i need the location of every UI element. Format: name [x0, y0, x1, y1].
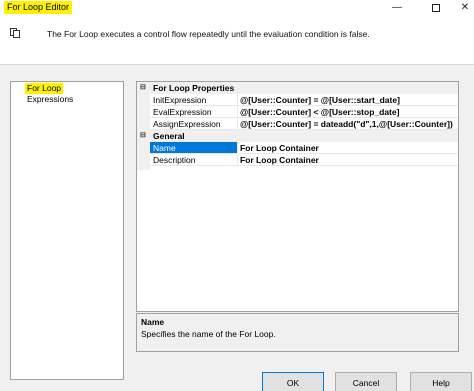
help-title: Name	[141, 317, 165, 327]
property-row-name[interactable]: Name For Loop Container	[137, 142, 458, 154]
collapse-icon[interactable]: ⊟	[140, 132, 147, 139]
property-grid: ⊟ For Loop Properties InitExpression @[U…	[136, 81, 459, 312]
close-button[interactable]: ✕	[452, 0, 474, 15]
category-for-loop-properties[interactable]: ⊟ For Loop Properties	[137, 82, 458, 94]
property-name: AssignExpression	[150, 118, 238, 130]
help-button[interactable]: Help	[410, 372, 472, 391]
category-label: General	[153, 131, 185, 141]
cancel-button[interactable]: Cancel	[335, 372, 397, 391]
category-label: For Loop Properties	[153, 83, 235, 93]
property-value[interactable]: @[User::Counter] = dateadd("d",1,@[User:…	[238, 118, 458, 130]
for-loop-icon	[10, 28, 20, 38]
property-row-assign-expression[interactable]: AssignExpression @[User::Counter] = date…	[137, 118, 458, 130]
property-value[interactable]: @[User::Counter] = @[User::start_date]	[238, 94, 458, 106]
close-icon: ✕	[460, 2, 470, 13]
collapse-icon[interactable]: ⊟	[140, 84, 147, 91]
help-description: Specifies the name of the For Loop.	[141, 329, 276, 339]
nav-pane: For Loop Expressions	[10, 81, 124, 380]
nav-item-expressions[interactable]: Expressions	[25, 94, 75, 105]
nav-item-for-loop[interactable]: For Loop	[25, 83, 64, 94]
window-title: For Loop Editor	[4, 1, 73, 14]
property-value[interactable]: For Loop Container	[238, 142, 458, 154]
property-name: Description	[150, 154, 238, 166]
property-name: InitExpression	[150, 94, 238, 106]
minimize-icon: —	[392, 2, 402, 13]
maximize-icon	[432, 3, 440, 12]
header-band: The For Loop executes a control flow rep…	[0, 15, 474, 65]
property-value[interactable]: For Loop Container	[238, 154, 458, 166]
property-row-init-expression[interactable]: InitExpression @[User::Counter] = @[User…	[137, 94, 458, 106]
ok-button[interactable]: OK	[262, 372, 324, 391]
property-value[interactable]: @[User::Counter] < @[User::stop_date]	[238, 106, 458, 118]
category-general[interactable]: ⊟ General	[137, 130, 458, 142]
property-row-description[interactable]: Description For Loop Container	[137, 154, 458, 166]
property-row-eval-expression[interactable]: EvalExpression @[User::Counter] < @[User…	[137, 106, 458, 118]
minimize-button[interactable]: —	[384, 0, 410, 15]
title-bar: For Loop Editor — ✕	[0, 0, 474, 15]
property-name: EvalExpression	[150, 106, 238, 118]
help-pane: Name Specifies the name of the For Loop.	[136, 313, 459, 352]
header-description: The For Loop executes a control flow rep…	[47, 29, 370, 39]
maximize-button[interactable]	[423, 0, 449, 15]
property-name: Name	[150, 142, 238, 154]
